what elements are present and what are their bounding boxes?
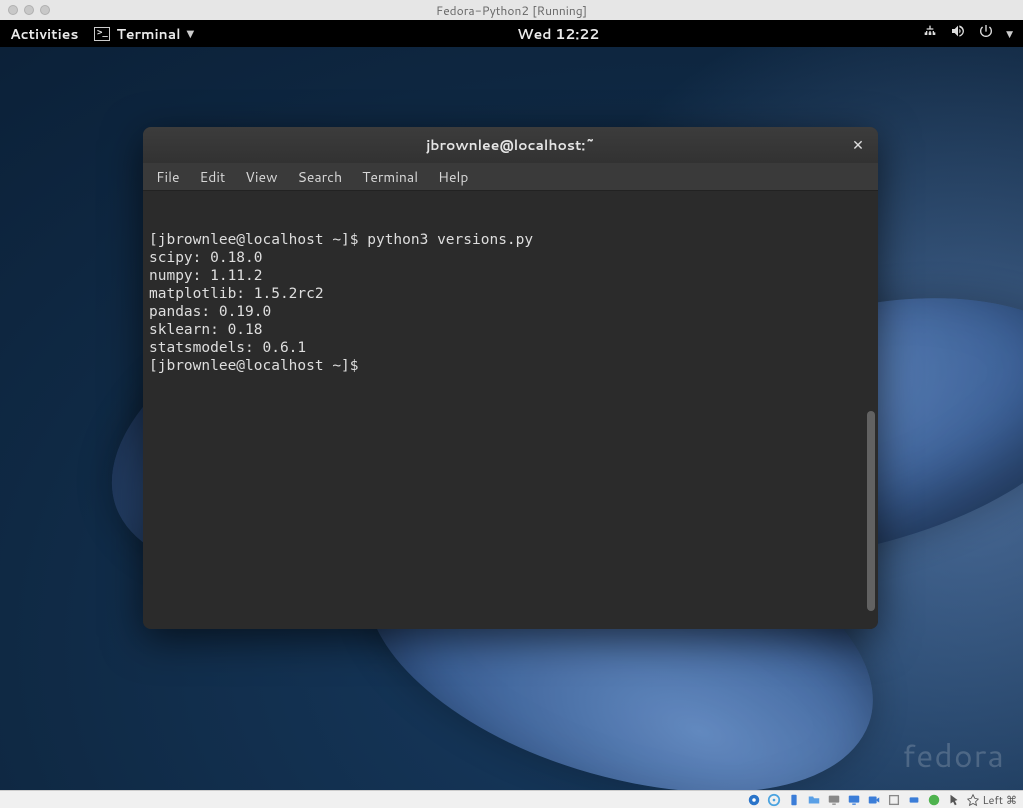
system-menu-chevron-icon[interactable]: ▼ (1006, 27, 1013, 40)
menu-help[interactable]: Help (429, 165, 477, 189)
clipboard-icon[interactable] (926, 792, 942, 808)
optical-disk-icon[interactable] (766, 792, 782, 808)
menu-view[interactable]: View (236, 165, 286, 189)
chevron-down-icon: ▼ (187, 27, 195, 41)
shared-folder-icon[interactable] (806, 792, 822, 808)
display-2-icon[interactable] (846, 792, 862, 808)
menu-search[interactable]: Search (289, 165, 352, 189)
app-menu-label: Terminal (116, 24, 180, 44)
fedora-logo-text: fedora (902, 733, 1005, 778)
desktop: jbrownlee@localhost:~ ✕ File Edit View S… (0, 47, 1023, 790)
terminal-content[interactable]: [jbrownlee@localhost ~]$ python3 version… (143, 191, 878, 629)
terminal-window: jbrownlee@localhost:~ ✕ File Edit View S… (143, 127, 878, 629)
audio-icon[interactable] (886, 792, 902, 808)
display-icon[interactable] (826, 792, 842, 808)
close-dot-icon[interactable] (8, 5, 18, 15)
recording-icon[interactable] (866, 792, 882, 808)
menu-file[interactable]: File (147, 165, 189, 189)
terminal-icon: >_ (94, 27, 110, 41)
activities-button[interactable]: Activities (10, 24, 78, 44)
menu-terminal[interactable]: Terminal (353, 165, 427, 189)
host-key-label: Left ⌘ (982, 792, 1017, 808)
hard-disk-icon[interactable] (746, 792, 762, 808)
volume-icon[interactable] (950, 23, 966, 44)
mouse-integration-icon[interactable] (946, 792, 962, 808)
zoom-dot-icon[interactable] (40, 5, 50, 15)
host-window-controls (8, 5, 50, 15)
menu-edit[interactable]: Edit (191, 165, 235, 189)
fedora-logo: fedora (902, 733, 1005, 778)
minimize-dot-icon[interactable] (24, 5, 34, 15)
power-icon[interactable] (978, 23, 994, 44)
host-window-titlebar: Fedora-Python2 [Running] (0, 0, 1023, 20)
host-window-title: Fedora-Python2 [Running] (0, 2, 1023, 19)
clock-button[interactable]: Wed 12:22 (517, 24, 599, 44)
usb-icon[interactable] (786, 792, 802, 808)
scrollbar-thumb[interactable] (867, 411, 875, 611)
terminal-menubar: File Edit View Search Terminal Help (143, 163, 878, 191)
app-menu-button[interactable]: >_ Terminal ▼ (94, 24, 194, 44)
network-icon[interactable] (922, 23, 938, 44)
close-icon: ✕ (852, 135, 864, 155)
gnome-topbar: Activities >_ Terminal ▼ Wed 12:22 ▼ (0, 20, 1023, 47)
window-close-button[interactable]: ✕ (848, 135, 868, 155)
terminal-lines: [jbrownlee@localhost ~]$ python3 version… (149, 231, 872, 375)
terminal-title: jbrownlee@localhost:~ (426, 135, 595, 155)
host-key-indicator[interactable]: Left ⌘ (966, 792, 1017, 808)
virtualbox-statusbar: Left ⌘ (0, 790, 1023, 808)
terminal-titlebar[interactable]: jbrownlee@localhost:~ ✕ (143, 127, 878, 163)
network-adapter-icon[interactable] (906, 792, 922, 808)
